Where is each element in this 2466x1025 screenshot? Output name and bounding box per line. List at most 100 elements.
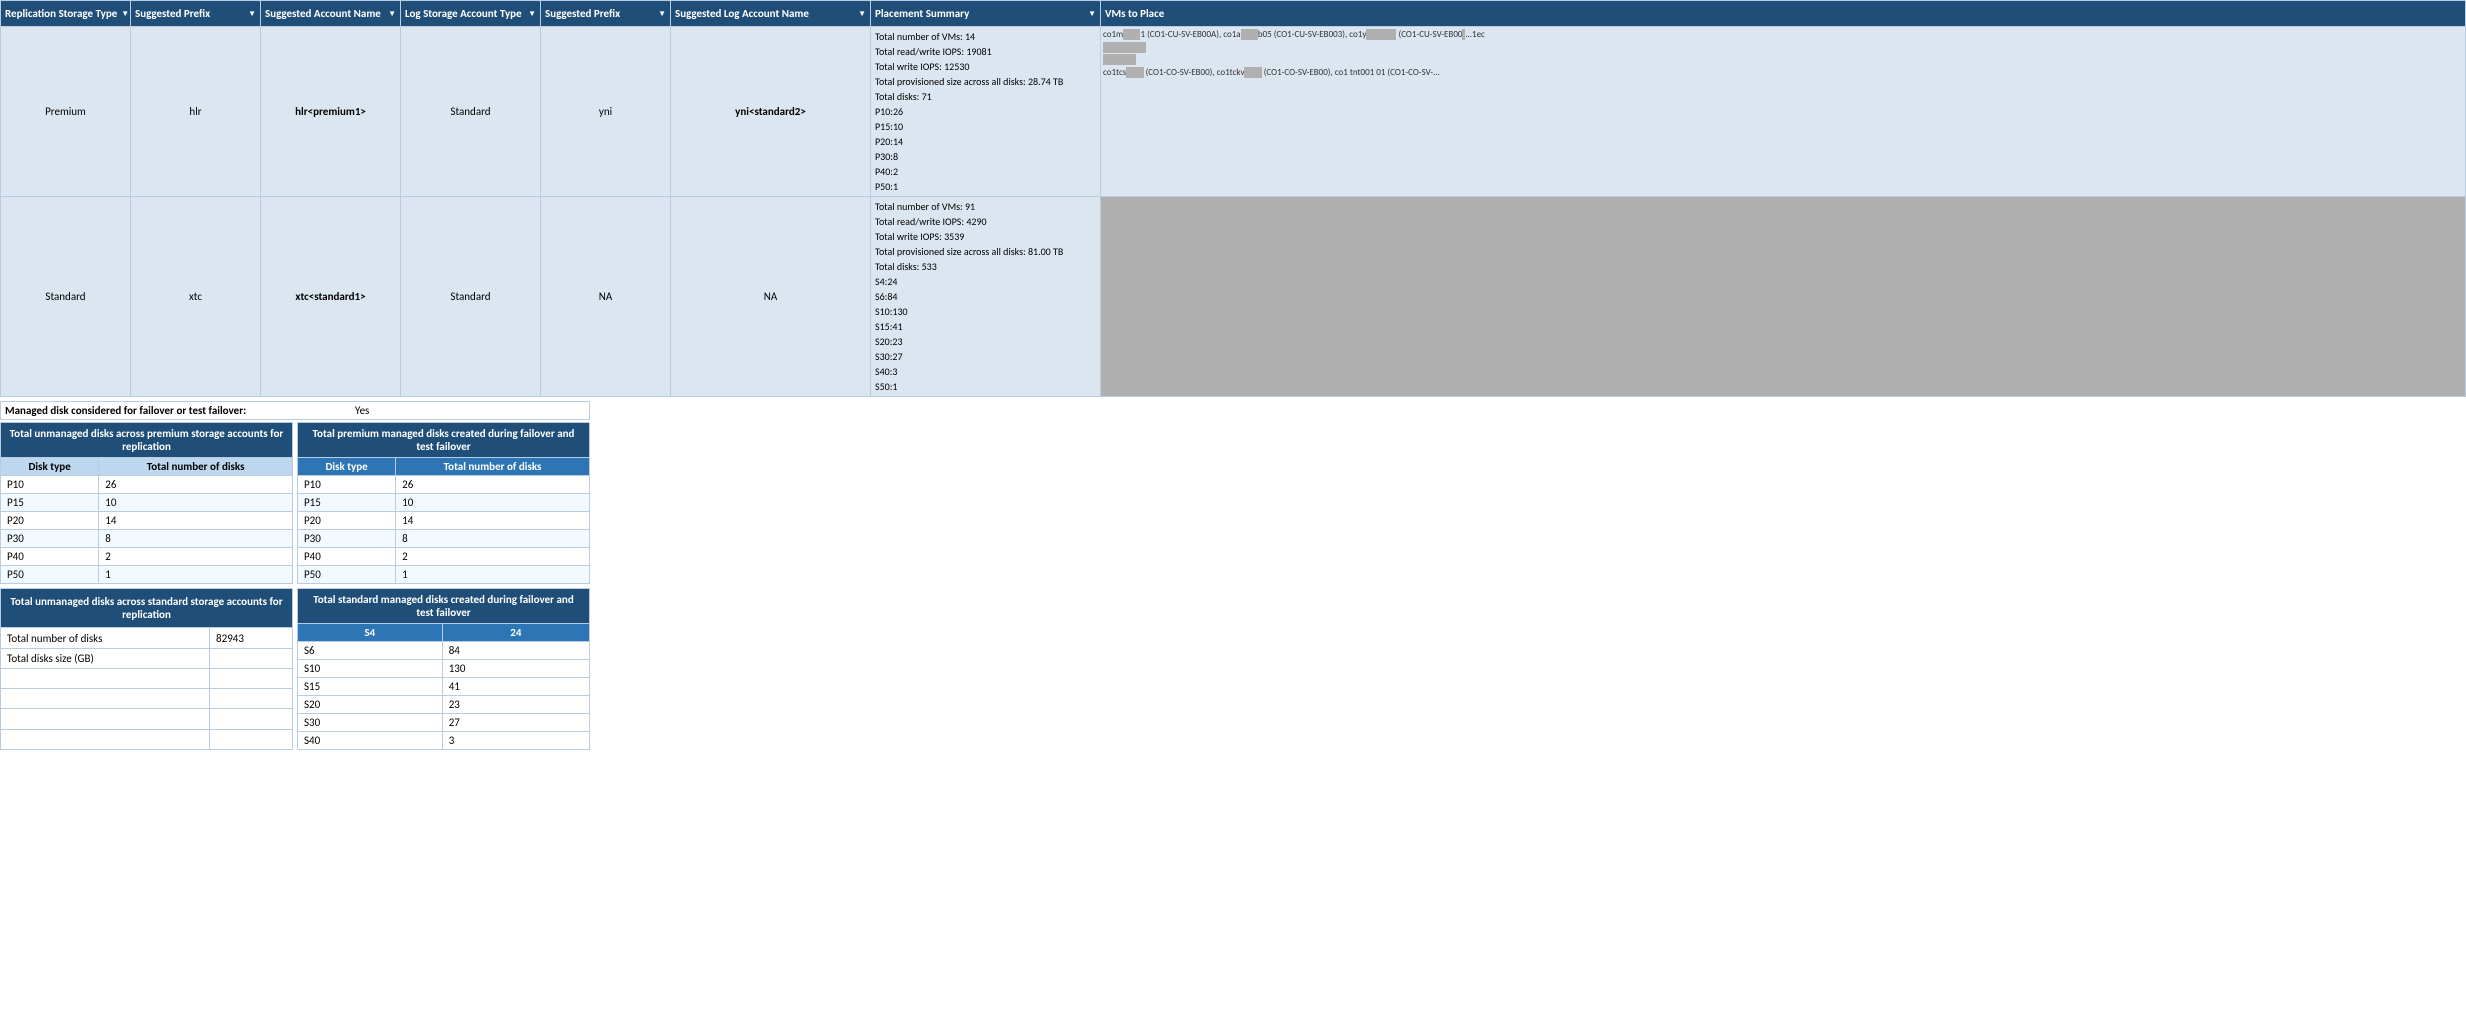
table-row: P402 xyxy=(1,548,293,566)
prem-unmanaged-col2: Total number of disks xyxy=(99,458,293,476)
filter-icon-col7[interactable]: ▼ xyxy=(1088,9,1096,19)
std-disk-s4: S4:24 xyxy=(875,274,1096,289)
table-row: P501 xyxy=(298,566,590,584)
table-row: P1510 xyxy=(298,494,590,512)
col-header-vms-to-place[interactable]: VMs to Place xyxy=(1101,1,2466,27)
lower-section: Managed disk considered for failover or … xyxy=(0,401,590,750)
cell-account-name-standard: xtc<standard1> xyxy=(261,197,401,397)
standard-unmanaged-table: Total unmanaged disks across standard st… xyxy=(0,588,293,750)
std-unmanaged-val-size xyxy=(210,648,293,668)
std-disk-s40: S40:3 xyxy=(875,364,1096,379)
prem-managed-col2: Total number of disks xyxy=(396,458,590,476)
std-unmanaged-section-title: Total unmanaged disks across standard st… xyxy=(1,589,293,628)
std-unmanaged-val-disks: 82943 xyxy=(210,628,293,648)
premium-managed-section-title: Total premium managed disks created duri… xyxy=(298,423,590,458)
std-unmanaged-empty1 xyxy=(1,668,293,688)
table-header-row: Replication Storage Type ▼ Suggested Pre… xyxy=(1,1,2466,27)
std-unmanaged-row-size: Total disks size (GB) xyxy=(1,648,293,668)
filter-icon-col4[interactable]: ▼ xyxy=(528,9,536,19)
placement-provisioned: Total provisioned size across all disks:… xyxy=(875,74,1096,89)
cell-log-type-premium: Standard xyxy=(401,27,541,197)
std-managed-section-title: Total standard managed disks created dur… xyxy=(298,589,590,624)
std-total-disks: Total disks: 533 xyxy=(875,259,1096,274)
cell-vms-premium: co1maaaa1 (CO1-CU-SV-EB00A), co1aaaaab05… xyxy=(1101,27,2466,197)
placement-rw-iops: Total read/write IOPS: 19081 xyxy=(875,44,1096,59)
table-row: P2014 xyxy=(298,512,590,530)
table-row: P2014 xyxy=(1,512,293,530)
table-row: P308 xyxy=(1,530,293,548)
col-header-log-storage-type[interactable]: Log Storage Account Type ▼ xyxy=(401,1,541,27)
std-unmanaged-empty3 xyxy=(1,709,293,729)
placement-disk-p15: P15:10 xyxy=(875,119,1096,134)
std-disk-s20: S20:23 xyxy=(875,334,1096,349)
cell-log-type-standard: Standard xyxy=(401,197,541,397)
cell-log-account-standard: NA xyxy=(671,197,871,397)
table-row: P1026 xyxy=(1,476,293,494)
std-unmanaged-empty4 xyxy=(1,729,293,749)
std-total-vms: Total number of VMs: 91 xyxy=(875,199,1096,214)
table-row: P402 xyxy=(298,548,590,566)
premium-managed-header: Total premium managed disks created duri… xyxy=(298,423,590,458)
col-header-replication-type[interactable]: Replication Storage Type ▼ xyxy=(1,1,131,27)
std-managed-col1: S4 xyxy=(298,624,443,642)
managed-disk-label: Managed disk considered for failover or … xyxy=(5,404,345,417)
main-table: Replication Storage Type ▼ Suggested Pre… xyxy=(0,0,2466,397)
table-row: S3027 xyxy=(298,714,590,732)
table-row: S684 xyxy=(298,642,590,660)
col-header-suggested-account-name[interactable]: Suggested Account Name ▼ xyxy=(261,1,401,27)
placement-disk-p20: P20:14 xyxy=(875,134,1096,149)
summary-tables-row2: Total unmanaged disks across standard st… xyxy=(0,588,590,750)
std-disk-s50: S50:1 xyxy=(875,379,1096,394)
table-row: Standard xtc xtc<standard1> Standard NA … xyxy=(1,197,2466,397)
premium-unmanaged-header: Total unmanaged disks across premium sto… xyxy=(1,423,293,458)
table-row: P1026 xyxy=(298,476,590,494)
table-row: P1510 xyxy=(1,494,293,512)
std-managed-col2: 24 xyxy=(442,624,589,642)
cell-replication-type-standard: Standard xyxy=(1,197,131,397)
cell-replication-type-premium: Premium xyxy=(1,27,131,197)
filter-icon-col5[interactable]: ▼ xyxy=(658,9,666,19)
filter-icon-col3[interactable]: ▼ xyxy=(388,9,396,19)
premium-unmanaged-col-header: Disk type Total number of disks xyxy=(1,458,293,476)
placement-disk-p40: P40:2 xyxy=(875,164,1096,179)
cell-log-account-premium: yni<standard2> xyxy=(671,27,871,197)
prem-managed-col1: Disk type xyxy=(298,458,396,476)
placement-disk-p10: P10:26 xyxy=(875,104,1096,119)
cell-account-name-premium: hlr<premium1> xyxy=(261,27,401,197)
cell-placement-premium: Total number of VMs: 14 Total read/write… xyxy=(871,27,1101,197)
summary-tables-row1: Total unmanaged disks across premium sto… xyxy=(0,422,590,584)
prem-unmanaged-col1: Disk type xyxy=(1,458,99,476)
std-unmanaged-empty2 xyxy=(1,689,293,709)
managed-disk-value: Yes xyxy=(355,404,369,417)
std-unmanaged-label-size: Total disks size (GB) xyxy=(1,648,210,668)
col-header-placement-summary[interactable]: Placement Summary ▼ xyxy=(871,1,1101,27)
std-managed-col-header: S4 24 xyxy=(298,624,590,642)
filter-icon-col6[interactable]: ▼ xyxy=(858,9,866,19)
col-header-suggested-prefix[interactable]: Suggested Prefix ▼ xyxy=(131,1,261,27)
cell-log-prefix-premium: yni xyxy=(541,27,671,197)
table-row: P308 xyxy=(298,530,590,548)
filter-icon-col2[interactable]: ▼ xyxy=(248,9,256,19)
table-row: S403 xyxy=(298,732,590,750)
std-disk-s6: S6:84 xyxy=(875,289,1096,304)
std-unmanaged-label-disks: Total number of disks xyxy=(1,628,210,648)
placement-total-vms: Total number of VMs: 14 xyxy=(875,29,1096,44)
managed-disk-row: Managed disk considered for failover or … xyxy=(0,401,590,420)
std-w-iops: Total write IOPS: 3539 xyxy=(875,229,1096,244)
col-header-log-suggested-prefix[interactable]: Suggested Prefix ▼ xyxy=(541,1,671,27)
filter-icon-col1[interactable]: ▼ xyxy=(121,9,129,19)
std-provisioned: Total provisioned size across all disks:… xyxy=(875,244,1096,259)
premium-unmanaged-table: Total unmanaged disks across premium sto… xyxy=(0,422,293,584)
cell-prefix-premium: hlr xyxy=(131,27,261,197)
standard-managed-table: Total standard managed disks created dur… xyxy=(297,588,590,750)
placement-w-iops: Total write IOPS: 12530 xyxy=(875,59,1096,74)
table-row: S1541 xyxy=(298,678,590,696)
premium-managed-col-header: Disk type Total number of disks xyxy=(298,458,590,476)
placement-disk-p30: P30:8 xyxy=(875,149,1096,164)
cell-prefix-standard: xtc xyxy=(131,197,261,397)
std-managed-header: Total standard managed disks created dur… xyxy=(298,589,590,624)
cell-log-prefix-standard: NA xyxy=(541,197,671,397)
col-header-suggested-log-account[interactable]: Suggested Log Account Name ▼ xyxy=(671,1,871,27)
table-row: S10130 xyxy=(298,660,590,678)
table-row: P501 xyxy=(1,566,293,584)
